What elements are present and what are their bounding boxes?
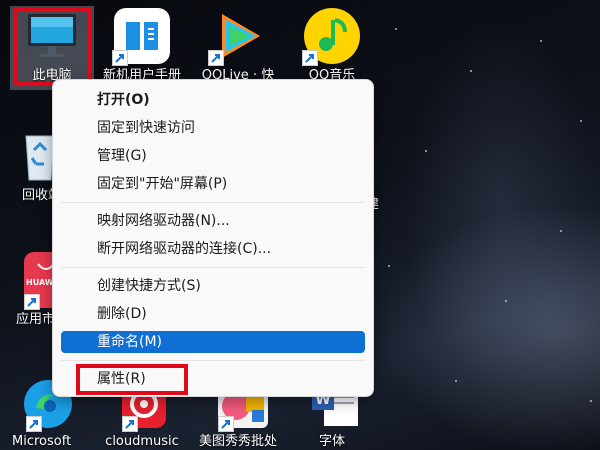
menu-item-pin-quick-access[interactable]: 固定到快速访问 (61, 117, 365, 139)
desktop-icon-qqmusic[interactable]: QQ音乐 (290, 6, 374, 84)
menu-item-disconnect-network-drive[interactable]: 断开网络驱动器的连接(C)... (61, 238, 365, 260)
shortcut-arrow-icon (24, 294, 40, 310)
desktop-icon-label: Microsoft (12, 434, 72, 449)
menu-item-map-network-drive[interactable]: 映射网络驱动器(N)... (61, 210, 365, 232)
menu-separator (61, 267, 365, 268)
shortcut-arrow-icon (112, 50, 128, 66)
menu-item-pin-start[interactable]: 固定到"开始"屏幕(P) (61, 173, 365, 195)
desktop-icon-label: 字体 (318, 434, 345, 449)
desktop-icon-label: 美图秀秀批处 (198, 434, 277, 449)
desktop-icon-this-pc[interactable]: 此电脑 (10, 6, 94, 90)
menu-item-delete[interactable]: 删除(D) (61, 303, 365, 325)
shortcut-arrow-icon (208, 50, 224, 66)
menu-item-open[interactable]: 打开(O) (61, 89, 365, 111)
context-menu: 打开(O) 固定到快速访问 管理(G) 固定到"开始"屏幕(P) 映射网络驱动器… (52, 79, 374, 397)
music-note-icon (302, 6, 362, 66)
monitor-icon (22, 6, 82, 66)
book-icon (112, 6, 172, 66)
menu-separator (61, 360, 365, 361)
shortcut-arrow-icon (26, 416, 42, 432)
menu-item-properties[interactable]: 属性(R) (61, 368, 365, 390)
desktop-icon-label: cloudmusic (105, 434, 179, 449)
menu-item-rename[interactable]: 重命名(M) (61, 331, 365, 353)
video-play-icon (208, 6, 268, 66)
desktop-icon-qqlive[interactable]: QQLive · 快 (196, 6, 280, 84)
shortcut-arrow-icon (302, 50, 318, 66)
menu-separator (61, 202, 365, 203)
menu-item-create-shortcut[interactable]: 创建快捷方式(S) (61, 275, 365, 297)
shortcut-arrow-icon (122, 416, 138, 432)
shortcut-arrow-icon (218, 416, 234, 432)
desktop-icon-user-manual[interactable]: 新机用户手册 (100, 6, 184, 84)
menu-item-manage[interactable]: 管理(G) (61, 145, 365, 167)
